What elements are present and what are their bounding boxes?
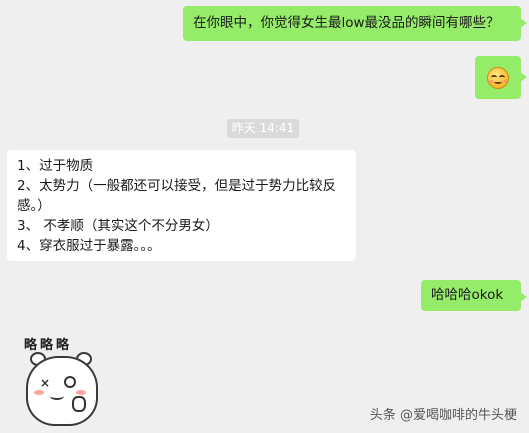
outgoing-message-laugh[interactable]: 哈哈哈okok bbox=[421, 280, 527, 311]
outgoing-message-question[interactable]: 在你眼中，你觉得女生最low最没品的瞬间有哪些？ bbox=[183, 6, 527, 41]
answer-line: 4、穿衣服过于暴露。。。 bbox=[17, 238, 161, 254]
answer-line: 3、 不孝顺（其实这个不分男女） bbox=[17, 218, 219, 234]
smiling-blush-face-icon bbox=[487, 67, 509, 89]
outgoing-message-emoji[interactable] bbox=[475, 56, 527, 99]
message-timestamp: 昨天 14:41 bbox=[227, 119, 299, 138]
blush-icon bbox=[34, 390, 44, 395]
wink-eye-icon: × bbox=[40, 376, 51, 390]
open-eye-icon bbox=[64, 376, 76, 388]
answer-line: 2、太势力（一般都还可以接受，但是过于势力比较反 bbox=[17, 178, 337, 194]
blush-icon bbox=[76, 390, 86, 395]
bear-sticker[interactable]: 略略略 × bbox=[18, 334, 110, 433]
sticker-caption: 略略略 bbox=[24, 338, 73, 353]
watermark: 头条 @爱喝咖啡的牛头梗 bbox=[369, 408, 517, 423]
chat-window: 在你眼中，你觉得女生最low最没品的瞬间有哪些？ 昨天 14:41 1、过于物质… bbox=[0, 0, 529, 433]
paw-icon bbox=[72, 396, 86, 412]
message-text: 在你眼中，你觉得女生最low最没品的瞬间有哪些？ bbox=[193, 15, 500, 31]
tongue-mouth-icon bbox=[50, 392, 64, 400]
message-text: 哈哈哈okok bbox=[431, 287, 504, 303]
answer-line: 1、过于物质 bbox=[17, 158, 94, 174]
answer-line: 感。） bbox=[17, 198, 51, 214]
incoming-message-answer[interactable]: 1、过于物质 2、太势力（一般都还可以接受，但是过于势力比较反 感。） 3、 不… bbox=[7, 150, 356, 261]
